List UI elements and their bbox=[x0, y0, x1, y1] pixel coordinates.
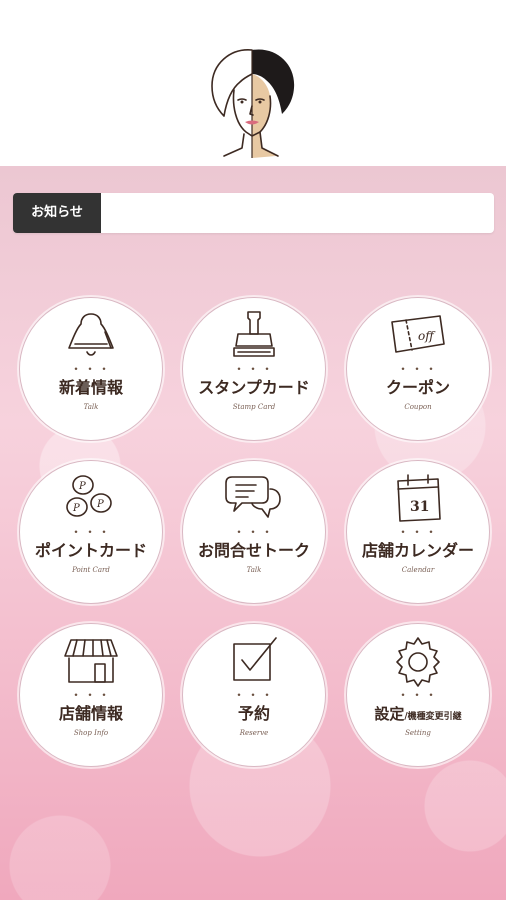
menu-reserve-button[interactable]: ・・・ 予約 Reserve bbox=[182, 623, 326, 767]
menu-label-shop-calendar: 店舗カレンダー bbox=[361, 541, 474, 560]
menu-shop-info-button[interactable]: ・・・ 店舗情報 Shop Info bbox=[19, 623, 163, 767]
menu-stamp-card-button[interactable]: ・・・ スタンプカード Stamp Card bbox=[182, 297, 326, 441]
menu-en-point-card: Point Card bbox=[72, 566, 110, 574]
menu-en-shop-info: Shop Info bbox=[73, 729, 109, 737]
bell-icon bbox=[68, 313, 114, 356]
menu-label-shop-info: 店舗情報 bbox=[58, 704, 123, 723]
notice-label: お知らせ bbox=[13, 193, 101, 233]
menu-dots: ・・・ bbox=[69, 688, 112, 702]
menu-label-stamp-card: スタンプカード bbox=[198, 378, 310, 397]
logo-woman-face-icon bbox=[211, 49, 295, 158]
stamp-icon bbox=[233, 311, 275, 357]
notice-text bbox=[111, 193, 484, 233]
menu-label-news: 新着情報 bbox=[58, 378, 123, 397]
menu-dots: ・・・ bbox=[396, 688, 439, 702]
menu-dots: ・・・ bbox=[69, 362, 112, 376]
menu-dots: ・・・ bbox=[232, 688, 275, 702]
storefront-icon bbox=[64, 639, 118, 683]
menu-inquiry-talk-button[interactable]: ・・・ お問合せトーク Talk bbox=[182, 460, 326, 604]
coupon-text: off bbox=[418, 329, 436, 343]
menu-en-stamp-card: Stamp Card bbox=[232, 403, 276, 411]
menu-dots: ・・・ bbox=[232, 525, 275, 539]
coupon-ticket-icon: off bbox=[391, 315, 445, 353]
menu-dots: ・・・ bbox=[396, 525, 439, 539]
menu-en-reserve: Reserve bbox=[239, 729, 269, 737]
menu-settings-button[interactable]: ・・・ 設定/機種変更引継 Setting bbox=[346, 623, 490, 767]
calendar-day: 31 bbox=[410, 499, 429, 515]
menu-news-button[interactable]: ・・・ 新着情報 Talk bbox=[19, 297, 163, 441]
menu-label-inquiry-talk: お問合せトーク bbox=[197, 541, 310, 560]
gear-icon bbox=[396, 637, 440, 687]
coin-letter: P bbox=[78, 481, 86, 492]
menu-dots: ・・・ bbox=[396, 362, 439, 376]
header bbox=[0, 0, 506, 166]
menu-shop-calendar-button[interactable]: 31 ・・・ 店舗カレンダー Calendar bbox=[346, 460, 490, 604]
menu-en-news: Talk bbox=[83, 403, 99, 411]
menu-label-settings: 設定/機種変更引継 bbox=[374, 705, 462, 723]
menu-en-coupon: Coupon bbox=[404, 403, 432, 411]
menu-en-settings: Setting bbox=[405, 729, 431, 737]
menu-label-reserve: 予約 bbox=[237, 704, 270, 723]
menu-en-inquiry-talk: Talk bbox=[246, 566, 262, 574]
menu-dots: ・・・ bbox=[69, 525, 112, 539]
coin-letter: P bbox=[96, 499, 104, 510]
menu-label-point-card: ポイントカード bbox=[34, 541, 147, 560]
menu-dots: ・・・ bbox=[232, 362, 275, 376]
checkbox-icon bbox=[233, 637, 277, 681]
calendar-icon: 31 bbox=[397, 474, 441, 522]
menu-point-card-button[interactable]: P P P ・・・ ポイントカード Point Card bbox=[19, 460, 163, 604]
menu-en-shop-calendar: Calendar bbox=[401, 566, 435, 574]
notice-bar[interactable]: お知らせ bbox=[13, 193, 494, 233]
chat-bubbles-icon bbox=[225, 476, 281, 518]
menu-label-coupon: クーポン bbox=[385, 378, 450, 397]
coin-letter: P bbox=[72, 503, 80, 514]
coins-icon: P P P bbox=[66, 475, 112, 517]
menu-coupon-button[interactable]: off ・・・ クーポン Coupon bbox=[346, 297, 490, 441]
